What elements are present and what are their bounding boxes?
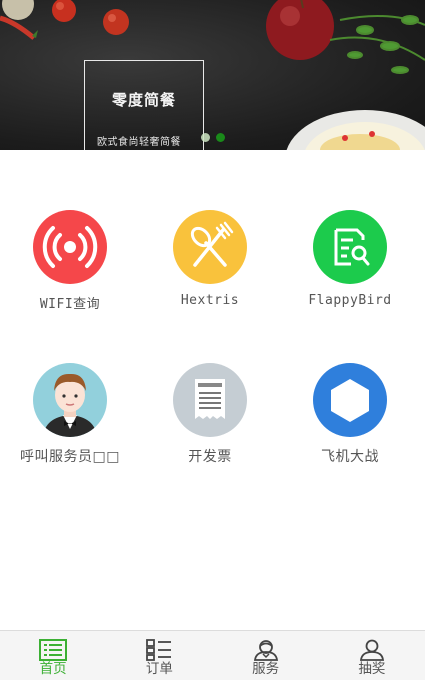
receipt-icon — [173, 363, 247, 437]
waiter-avatar-icon — [33, 363, 107, 437]
grid-label-invoice: 开发票 — [188, 449, 232, 465]
carousel-dot-2[interactable] — [216, 133, 225, 142]
home-list-icon — [39, 639, 68, 661]
grid-item-hextris[interactable]: Hextris — [140, 210, 280, 308]
tab-lottery[interactable]: 抽奖 — [319, 631, 425, 680]
banner-subtitle: 欧式食尚轻奢简餐 — [97, 137, 181, 148]
grid-label-flappybird: FlappyBird — [308, 293, 392, 308]
order-grid-icon — [146, 639, 172, 661]
grid-item-flappybird[interactable]: FlappyBird — [280, 210, 420, 308]
tab-service[interactable]: 服务 — [213, 631, 319, 680]
grid-label-plane-war: 飞机大战 — [321, 449, 379, 465]
grid-item-plane-war[interactable]: 飞机大战 — [280, 363, 420, 466]
tab-lottery-label: 抽奖 — [358, 661, 386, 677]
wifi-signal-icon — [33, 210, 107, 284]
fork-spoon-icon — [173, 210, 247, 284]
bottom-tab-bar: 首页 订单 服务 抽奖 — [0, 630, 425, 680]
tab-orders-label: 订单 — [145, 661, 173, 677]
grid-item-invoice[interactable]: 开发票 — [140, 363, 280, 466]
grid-item-wifi[interactable]: WIFI查询 — [0, 210, 140, 312]
grid-label-hextris: Hextris — [180, 293, 240, 308]
grid-item-call-waiter[interactable]: 呼叫服务员□□ — [0, 363, 140, 466]
grid-label-call-waiter: 呼叫服务员□□ — [20, 449, 120, 465]
tab-service-label: 服务 — [252, 661, 280, 677]
user-icon — [359, 639, 384, 661]
banner-carousel[interactable]: 零度简餐 欧式食尚轻奢简餐 — [0, 0, 425, 150]
tab-home-label: 首页 — [39, 661, 67, 677]
banner-food-image — [0, 0, 425, 150]
grid-label-wifi: WIFI查询 — [39, 297, 101, 312]
hexagon-icon — [313, 363, 387, 437]
carousel-dot-1[interactable] — [201, 133, 210, 142]
service-person-icon — [253, 640, 278, 661]
banner-title: 零度简餐 — [111, 91, 176, 109]
tab-home[interactable]: 首页 — [0, 631, 106, 680]
carousel-indicator — [201, 133, 225, 142]
search-document-icon — [313, 210, 387, 284]
tab-orders[interactable]: 订单 — [106, 631, 212, 680]
